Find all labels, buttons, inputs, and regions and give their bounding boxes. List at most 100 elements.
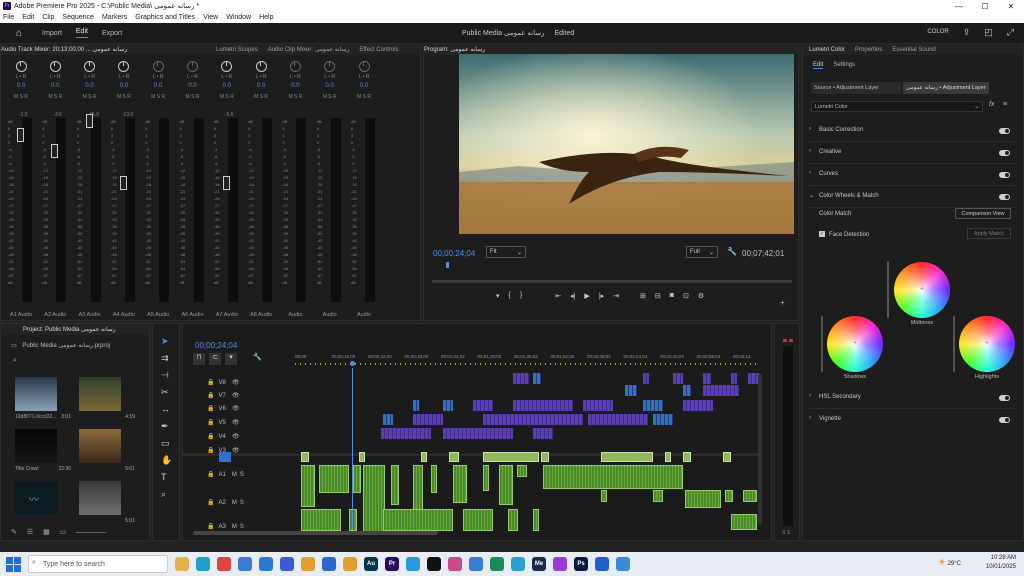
edge-icon[interactable] (196, 557, 210, 571)
audio-clip[interactable] (731, 514, 757, 530)
section-toggle[interactable] (999, 150, 1010, 156)
volume-fader[interactable]: dB 6 3 0 -3 -6 -9 -12 -15 -18 -21 -24 -27 -30 -33 -36 -3… (42, 118, 68, 302)
video-clip[interactable] (683, 385, 691, 396)
video-clip[interactable] (683, 400, 713, 411)
selection-tool-icon[interactable]: ➤ (161, 336, 169, 347)
video-clip[interactable] (653, 414, 673, 425)
zoom-tool-icon[interactable]: ⌕ (161, 489, 166, 500)
midtones-wheel[interactable]: + (894, 262, 950, 318)
pan-value[interactable]: 0.0 (142, 83, 174, 89)
pan-value[interactable]: 0.0 (211, 83, 243, 89)
search-icon[interactable]: ⌕ (13, 357, 17, 365)
pan-knob[interactable] (187, 61, 198, 72)
fullscreen-icon[interactable]: ⤢ (1007, 27, 1014, 38)
wrench-icon[interactable]: 🔧 (727, 247, 737, 256)
fader-thumb[interactable] (119, 176, 127, 190)
lock-icon[interactable]: 🔒 (207, 434, 214, 440)
audio-clip[interactable] (499, 465, 513, 505)
pan-knob[interactable] (152, 61, 164, 72)
solo-button[interactable]: S (240, 524, 244, 530)
fx-icon[interactable]: fx (989, 101, 994, 108)
minimize-button[interactable]: — (946, 2, 972, 11)
pan-value[interactable]: 0.0 (348, 83, 380, 89)
audio-clip[interactable] (743, 490, 757, 502)
mute-button[interactable]: M (232, 524, 237, 530)
tab-audio-clip-mixer[interactable]: Audio Clip Mixer: رسانه عمومی (268, 46, 350, 53)
taskbar-search-box[interactable]: ⌕ Type here to search (28, 555, 168, 573)
audio-clip[interactable] (508, 509, 518, 531)
tab-program[interactable]: Program: رسانه عمومی (424, 46, 485, 53)
video-clip[interactable] (601, 452, 653, 462)
add-button-icon[interactable]: + (780, 298, 785, 307)
audio-clip[interactable] (685, 490, 721, 508)
menu-view[interactable]: View (203, 14, 218, 21)
video-clip[interactable] (443, 428, 513, 439)
audio-clip[interactable] (319, 465, 349, 493)
photoshop-icon[interactable]: Ps (574, 557, 588, 571)
chrome-icon[interactable] (217, 557, 231, 571)
fader-thumb[interactable] (222, 176, 230, 190)
maximize-button[interactable]: ☐ (972, 2, 998, 11)
section-toggle[interactable] (999, 194, 1010, 200)
vpn-icon[interactable] (595, 557, 609, 571)
video-clip[interactable] (583, 400, 613, 411)
video-clip[interactable] (683, 452, 691, 462)
timeline-vertical-scrollbar[interactable] (758, 374, 762, 524)
chrome-icon[interactable] (301, 557, 315, 571)
home-icon[interactable]: ⌂ (16, 28, 22, 39)
menu-edit[interactable]: Edit (22, 14, 34, 21)
audio-clip[interactable] (363, 465, 385, 535)
list-view-icon[interactable]: ☰ (27, 528, 33, 536)
razor-tool-icon[interactable]: ✂ (161, 387, 169, 398)
vscode-icon[interactable] (259, 557, 273, 571)
section-toggle[interactable] (999, 395, 1010, 401)
volume-fader[interactable]: dB 6 3 0 -3 -6 -9 -12 -15 -18 -21 -24 -27 -30 -33 -36 -3… (180, 118, 206, 302)
lock-icon[interactable]: 🔒 (207, 420, 214, 426)
video-clip[interactable] (513, 400, 573, 411)
workspace-import[interactable]: Import (42, 30, 62, 37)
project-clip-item[interactable]: 〰 (15, 481, 75, 518)
out-point-icon[interactable]: } (520, 292, 522, 300)
compare-icon[interactable]: ⊡ (683, 292, 689, 300)
audio-clip[interactable] (653, 490, 663, 502)
section-toggle[interactable] (999, 128, 1010, 134)
play-icon[interactable]: ▶ (584, 292, 589, 300)
tab-properties[interactable]: Properties (855, 47, 882, 53)
photos-icon[interactable] (448, 557, 462, 571)
timeline-horizontal-scrollbar[interactable] (193, 531, 438, 535)
video-clip[interactable] (643, 373, 649, 384)
program-scrubber[interactable] (432, 280, 792, 283)
edge-icon[interactable] (406, 557, 420, 571)
video-clip[interactable] (731, 373, 737, 384)
pan-value[interactable]: 0.0 (5, 83, 37, 89)
in-point-icon[interactable]: { (509, 292, 511, 300)
volume-fader[interactable]: dB 6 3 0 -3 -6 -9 -12 -15 -18 -21 -24 -27 -30 -33 -36 -3… (77, 114, 103, 302)
audio-clip[interactable] (543, 465, 683, 489)
eye-icon[interactable]: 👁 (232, 393, 240, 399)
file-explorer-icon[interactable] (175, 557, 189, 571)
volume-fader[interactable]: dB 6 3 0 -3 -6 -9 -12 -15 -18 -21 -24 -27 -30 -33 -36 -3… (145, 118, 171, 302)
premiere-icon[interactable]: Pr (385, 557, 399, 571)
video-clip[interactable] (731, 385, 739, 396)
pan-knob[interactable] (84, 61, 96, 72)
menu-window[interactable]: Window (226, 14, 251, 21)
subtab-settings[interactable]: Settings (833, 62, 855, 69)
chat-icon[interactable] (511, 557, 525, 571)
lumetri-section-basic-correction[interactable]: › Basic Correction (803, 126, 1023, 138)
linked-selection-icon[interactable]: ⊂ (209, 353, 221, 365)
eye-icon[interactable]: 👁 (232, 420, 240, 426)
solo-button[interactable]: S (240, 500, 244, 506)
type-tool-icon[interactable]: T (161, 472, 167, 482)
overwrite-icon[interactable]: ⊟ (655, 292, 661, 300)
tab-effect-controls[interactable]: Effect Controls (359, 47, 398, 53)
video-clip[interactable] (301, 452, 309, 462)
video-clip[interactable] (703, 385, 733, 396)
project-clip-item[interactable]: 4:19 (79, 377, 139, 420)
close-button[interactable]: ✕ (998, 2, 1024, 11)
video-clip[interactable] (665, 452, 671, 462)
playhead-line[interactable] (352, 368, 353, 528)
project-clip-item[interactable]: 10d8071-0ccd22... 3:01 (15, 377, 75, 420)
files-icon[interactable] (343, 557, 357, 571)
video-clip[interactable] (625, 385, 637, 396)
lumetri-section-hsl-secondary[interactable]: › HSL Secondary (803, 393, 1023, 405)
